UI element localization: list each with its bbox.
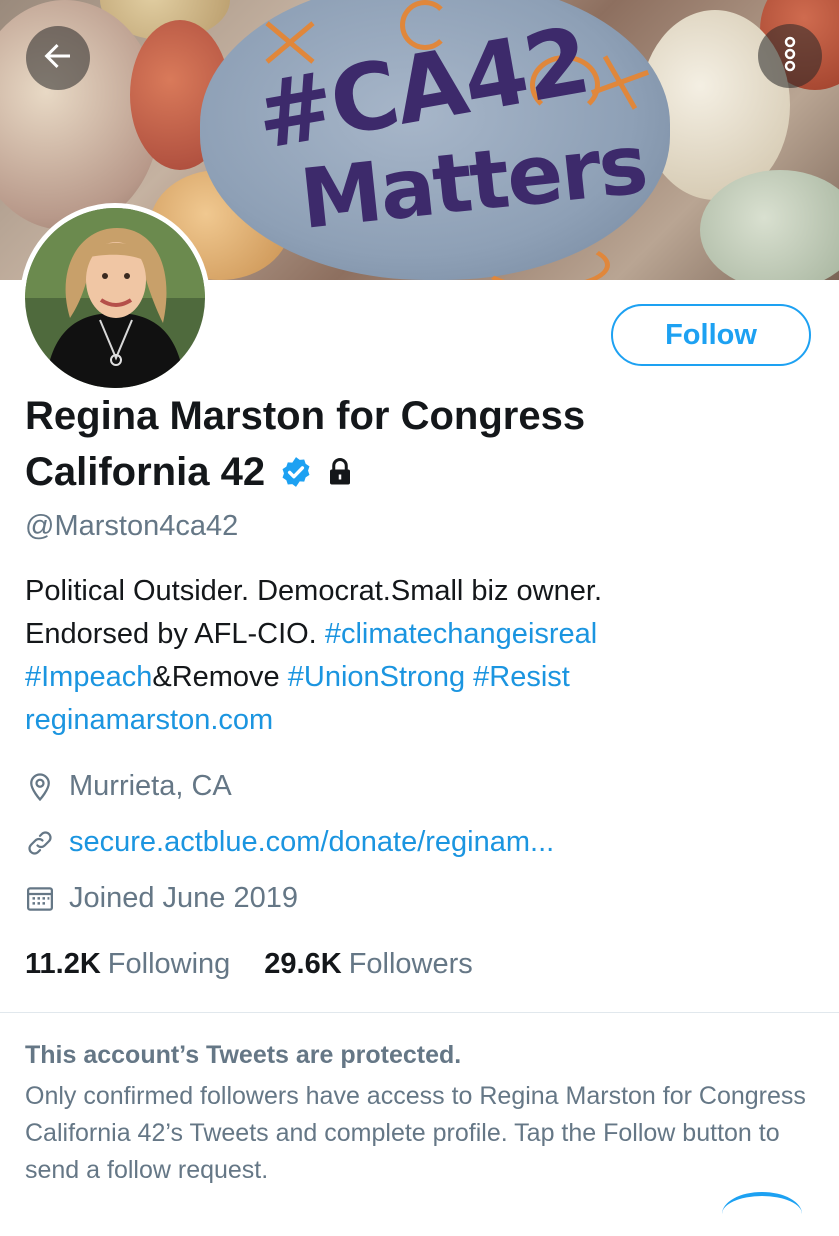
joined-text: Joined June 2019 [69, 882, 298, 914]
profile-name-line2: California 42 [25, 450, 266, 494]
follow-button[interactable]: Follow [611, 304, 811, 366]
hashtag-link[interactable]: #Impeach [25, 661, 152, 693]
profile-bio: Political Outsider. Democrat.Small biz o… [25, 570, 825, 742]
following-count: 11.2K [25, 948, 101, 980]
hashtag-link[interactable]: #climatechangeisreal [325, 618, 597, 650]
protected-notice-title: This account’s Tweets are protected. [25, 1041, 462, 1069]
following-stat[interactable]: 11.2K Following [25, 948, 230, 981]
profile-location: Murrieta, CA [25, 770, 232, 803]
lock-icon [325, 457, 355, 487]
protected-notice-body: Only confirmed followers have access to … [25, 1082, 806, 1184]
back-button[interactable] [26, 26, 90, 90]
more-options-button[interactable] [758, 24, 822, 88]
link-icon [25, 828, 57, 858]
location-text: Murrieta, CA [69, 770, 232, 802]
followers-label: Followers [348, 948, 473, 980]
following-label: Following [107, 948, 231, 980]
location-pin-icon [25, 772, 57, 802]
hashtag-link[interactable]: #UnionStrong [288, 661, 465, 693]
avatar-photo [25, 208, 205, 388]
profile-name: Regina Marston for Congress California 4… [25, 388, 805, 500]
bio-line: Political Outsider. Democrat.Small biz o… [25, 575, 602, 607]
calendar-icon [25, 884, 57, 914]
floating-button-edge[interactable] [722, 1192, 802, 1236]
bio-line: #Impeach&Remove #UnionStrong #Resist [25, 656, 825, 699]
follow-stats: 11.2K Following 29.6K Followers [25, 948, 473, 981]
swirl-decoration [480, 240, 610, 280]
profile-name-line2-row: California 42 [25, 444, 805, 500]
hashtag-link[interactable]: #Resist [473, 661, 570, 693]
bio-website-link[interactable]: reginamarston.com [25, 704, 273, 736]
avatar[interactable] [20, 203, 210, 393]
more-vertical-icon [780, 34, 800, 79]
followers-count: 29.6K [264, 948, 342, 980]
bio-line: Endorsed by AFL-CIO. #climatechangeisrea… [25, 613, 825, 656]
bio-line: reginamarston.com [25, 699, 825, 742]
profile-name-line1: Regina Marston for Congress [25, 394, 586, 438]
followers-stat[interactable]: 29.6K Followers [264, 948, 472, 981]
website-link[interactable]: secure.actblue.com/donate/reginam... [69, 826, 554, 859]
bio-text: Endorsed by AFL-CIO. [25, 618, 325, 650]
divider [0, 1012, 839, 1013]
profile-joined: Joined June 2019 [25, 882, 298, 915]
profile-website[interactable]: secure.actblue.com/donate/reginam... [25, 826, 554, 859]
bio-text: &Remove [152, 661, 288, 693]
arrow-left-icon [40, 38, 76, 79]
verified-badge-icon [279, 455, 313, 489]
profile-handle: @Marston4ca42 [25, 510, 239, 542]
